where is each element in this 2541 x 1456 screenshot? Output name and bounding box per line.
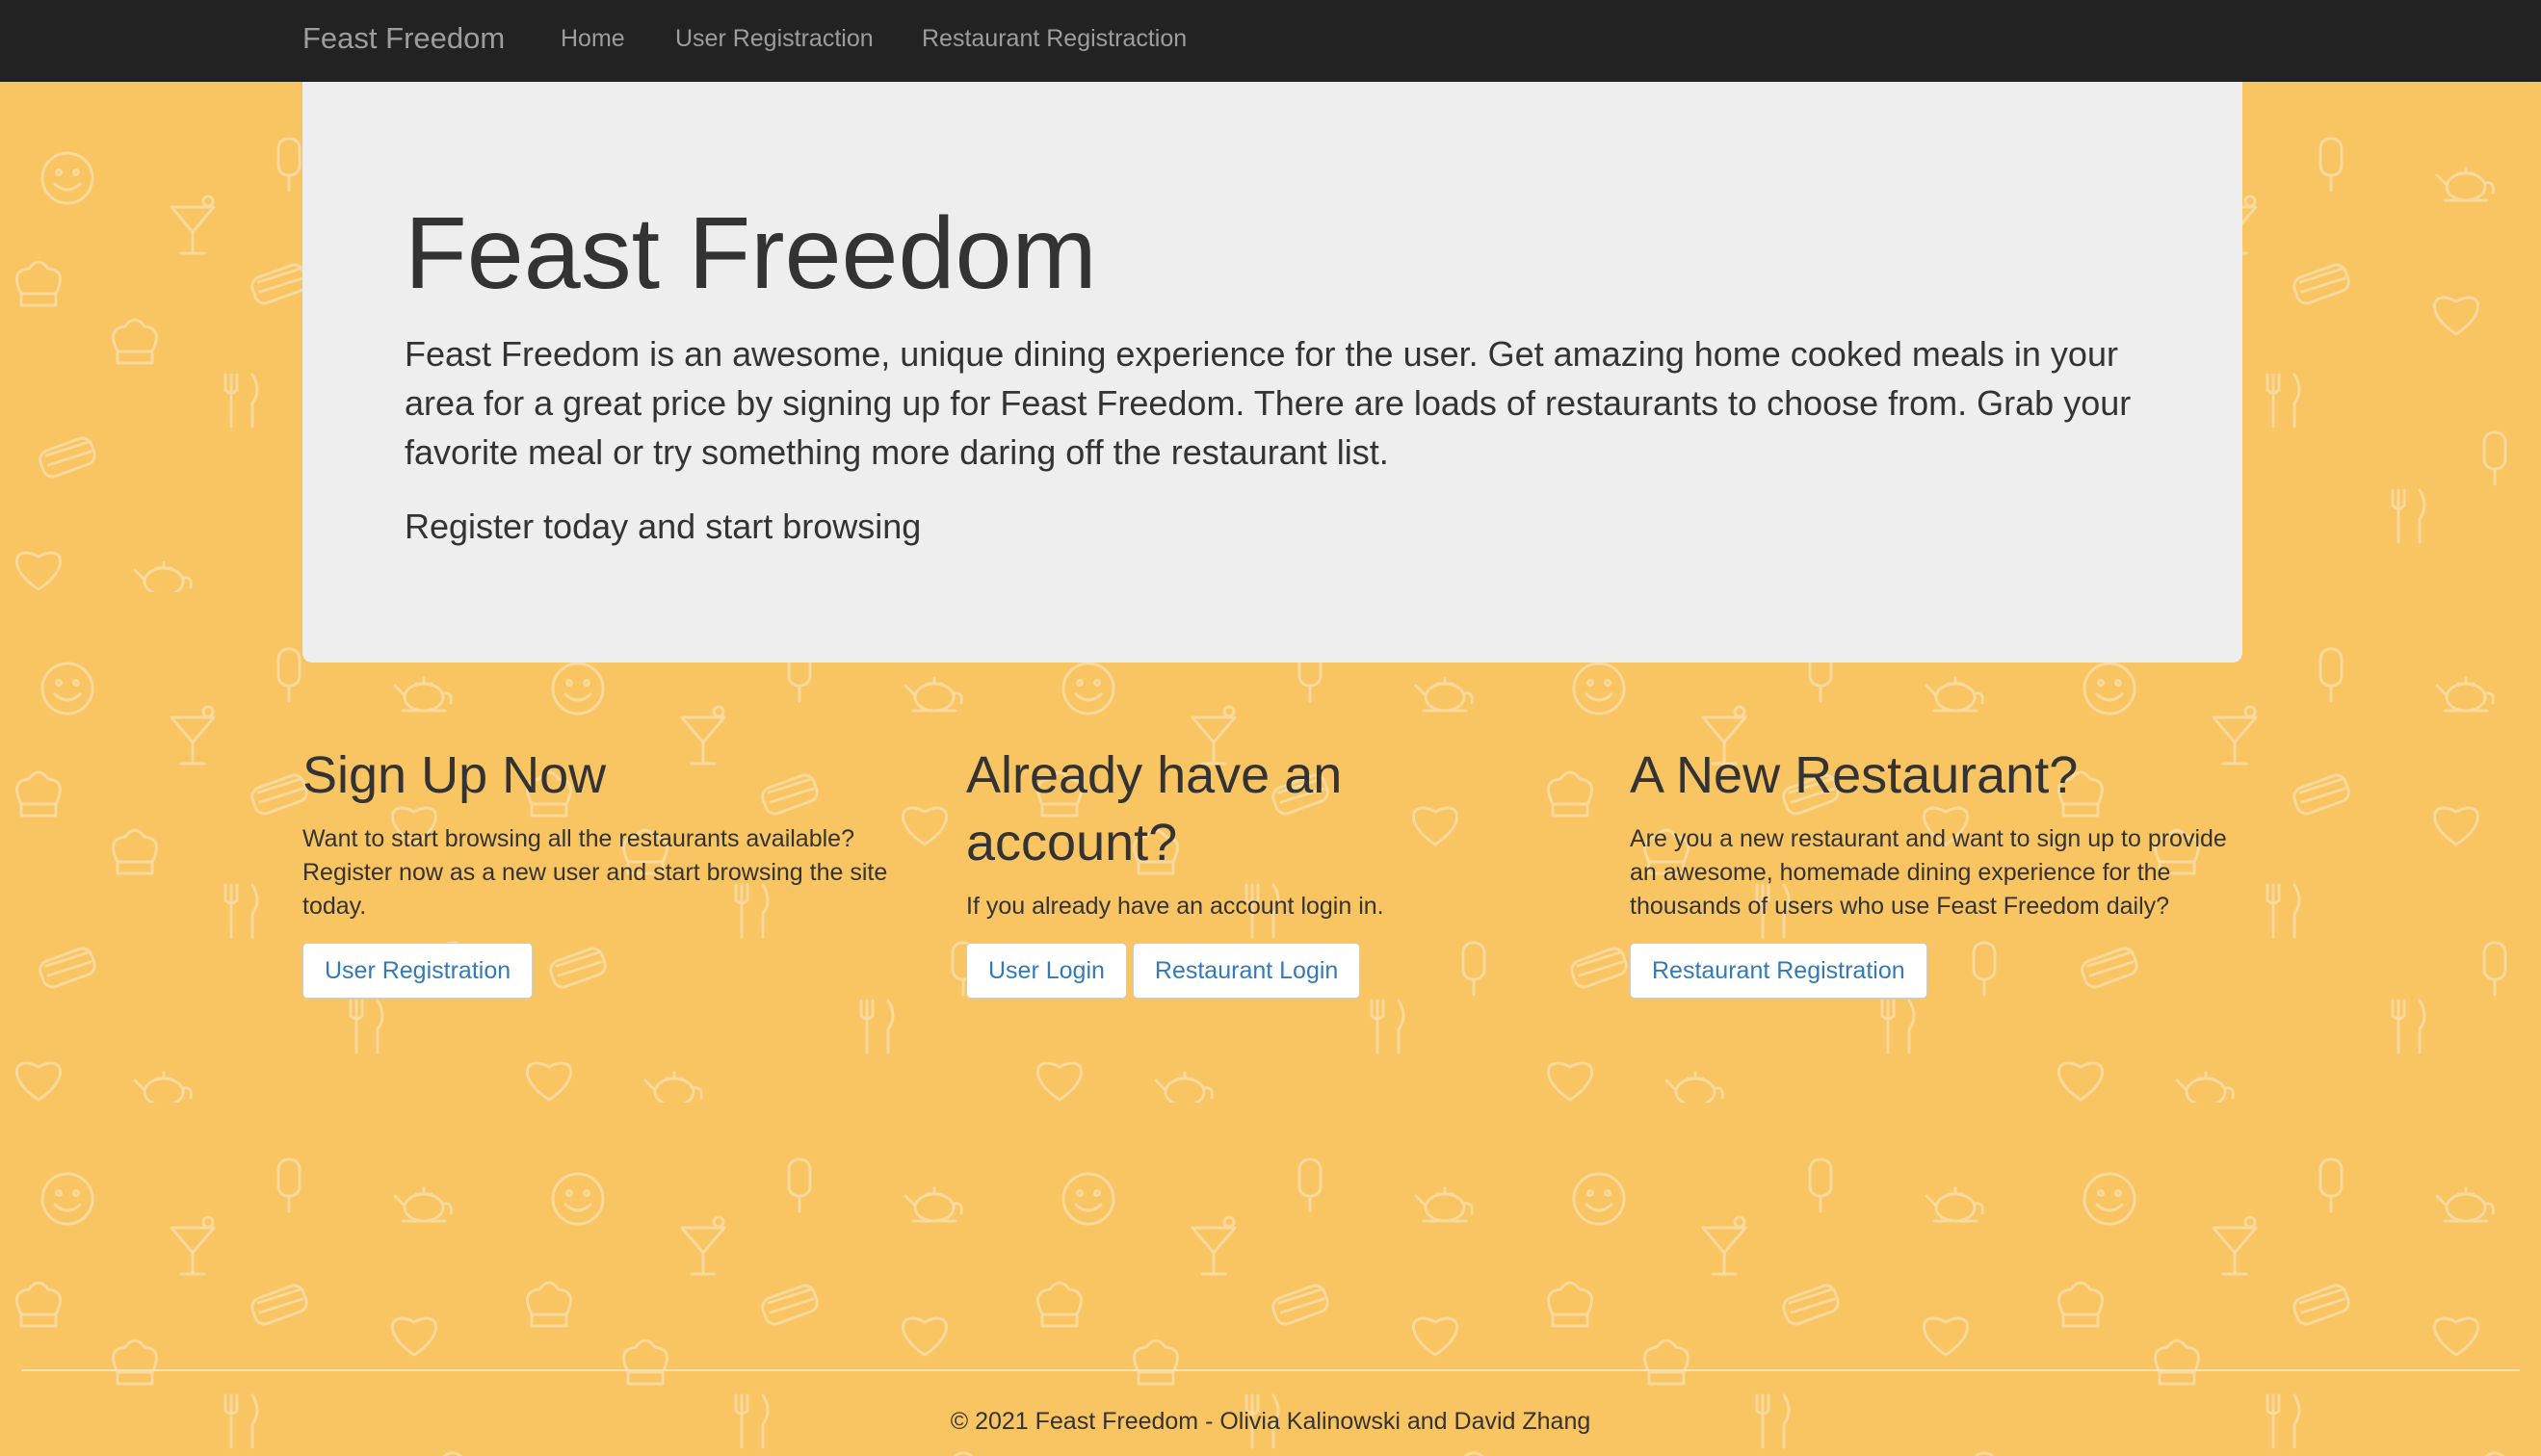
navbar-brand[interactable]: Feast Freedom	[302, 21, 505, 56]
top-navbar: Feast Freedom Home User Registraction Re…	[0, 0, 2541, 82]
page-title: Feast Freedom	[405, 196, 1097, 310]
jumbotron: Feast Freedom Feast Freedom is an awesom…	[302, 82, 2242, 663]
login-column: Already have an account? If you already …	[966, 741, 1563, 999]
intro-paragraph: Feast Freedom is an awesome, unique dini…	[405, 334, 2132, 472]
register-prompt: Register today and start browsing	[405, 507, 922, 546]
signup-heading: Sign Up Now	[302, 746, 607, 804]
footer-copyright: © 2021 Feast Freedom - Olivia Kalinowski…	[950, 1408, 1591, 1435]
signup-text: Want to start browsing all the restauran…	[302, 825, 888, 920]
nav-link-restaurant-registration[interactable]: Restaurant Registraction	[922, 23, 1187, 54]
user-registration-button[interactable]: User Registration	[302, 943, 534, 999]
nav-link-user-registration[interactable]: User Registraction	[675, 23, 874, 54]
login-heading: Already have an account?	[966, 746, 1343, 871]
restaurant-registration-button[interactable]: Restaurant Registration	[1630, 943, 1927, 999]
new-restaurant-heading: A New Restaurant?	[1630, 746, 2079, 804]
user-login-button[interactable]: User Login	[966, 943, 1127, 999]
signup-column: Sign Up Now Want to start browsing all t…	[302, 741, 900, 999]
new-restaurant-text: Are you a new restaurant and want to sig…	[1630, 825, 2227, 920]
login-text: If you already have an account login in.	[966, 893, 1384, 920]
nav-link-home[interactable]: Home	[561, 23, 625, 54]
restaurant-login-button[interactable]: Restaurant Login	[1132, 943, 1361, 999]
footer-divider	[21, 1369, 2520, 1371]
new-restaurant-column: A New Restaurant? Are you a new restaura…	[1630, 741, 2227, 999]
